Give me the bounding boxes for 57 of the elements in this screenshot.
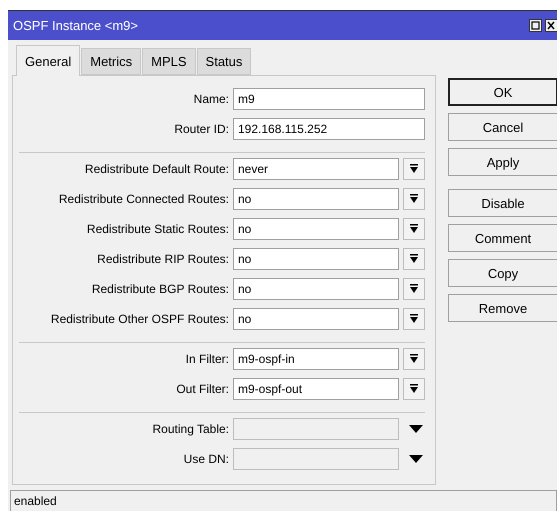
- field-label: Router ID:: [173, 122, 230, 136]
- text-field[interactable]: m9: [233, 88, 425, 110]
- field-label: Name:: [192, 92, 230, 106]
- select-field[interactable]: no: [233, 248, 399, 270]
- select-field[interactable]: never: [233, 158, 399, 180]
- dropdown-icon: [409, 284, 419, 294]
- select-field[interactable]: no: [233, 218, 399, 240]
- field-label: Routing Table:: [152, 422, 230, 436]
- select-field[interactable]: [233, 448, 399, 470]
- dropdown-button[interactable]: [403, 248, 425, 270]
- tab[interactable]: Metrics: [81, 48, 142, 75]
- field-label: Redistribute Static Routes:: [86, 222, 230, 236]
- field-label: Redistribute BGP Routes:: [90, 282, 230, 296]
- dialog-button[interactable]: Disable: [448, 189, 557, 217]
- dialog-button[interactable]: Remove: [448, 294, 557, 322]
- dropdown-button[interactable]: [403, 278, 425, 300]
- text-field[interactable]: 192.168.115.252: [233, 118, 425, 140]
- dropdown-icon: [409, 194, 419, 204]
- dropdown-button[interactable]: [403, 188, 425, 210]
- select-field[interactable]: no: [233, 278, 399, 300]
- tab[interactable]: General: [16, 45, 80, 76]
- dropdown-button[interactable]: [403, 308, 425, 330]
- dialog-button[interactable]: Comment: [448, 224, 557, 252]
- dropdown-icon: [409, 314, 419, 324]
- close-icon[interactable]: [545, 19, 557, 32]
- status-text: enabled: [14, 494, 57, 508]
- dialog-button[interactable]: Cancel: [448, 113, 557, 141]
- field-label: Use DN:: [182, 452, 230, 466]
- dropdown-button[interactable]: [403, 218, 425, 240]
- select-field[interactable]: no: [233, 308, 399, 330]
- select-field[interactable]: [233, 418, 399, 440]
- caret-icon[interactable]: [409, 425, 423, 433]
- select-field[interactable]: m9-ospf-out: [233, 378, 399, 400]
- field-label: Redistribute RIP Routes:: [96, 252, 230, 266]
- dialog-button[interactable]: Apply: [448, 148, 557, 176]
- field-label: Redistribute Default Route:: [84, 162, 230, 176]
- field-label: In Filter:: [184, 352, 230, 366]
- field-label: Redistribute Connected Routes:: [58, 192, 230, 206]
- dropdown-button[interactable]: [403, 378, 425, 400]
- window-title: OSPF Instance <m9>: [13, 18, 138, 33]
- dropdown-button[interactable]: [403, 158, 425, 180]
- dialog-button[interactable]: OK: [448, 78, 557, 106]
- maximize-icon[interactable]: [529, 19, 542, 32]
- select-field[interactable]: no: [233, 188, 399, 210]
- caret-icon[interactable]: [409, 455, 423, 463]
- field-label: Redistribute Other OSPF Routes:: [50, 312, 230, 326]
- tab[interactable]: MPLS: [142, 48, 196, 75]
- select-field[interactable]: m9-ospf-in: [233, 348, 399, 370]
- dropdown-icon: [409, 224, 419, 234]
- dropdown-icon: [409, 384, 419, 394]
- field-label: Out Filter:: [175, 382, 230, 396]
- tab[interactable]: Status: [196, 48, 252, 75]
- dropdown-icon: [409, 164, 419, 174]
- dropdown-icon: [409, 354, 419, 364]
- dropdown-button[interactable]: [403, 348, 425, 370]
- dialog-button[interactable]: Copy: [448, 259, 557, 287]
- dropdown-icon: [409, 254, 419, 264]
